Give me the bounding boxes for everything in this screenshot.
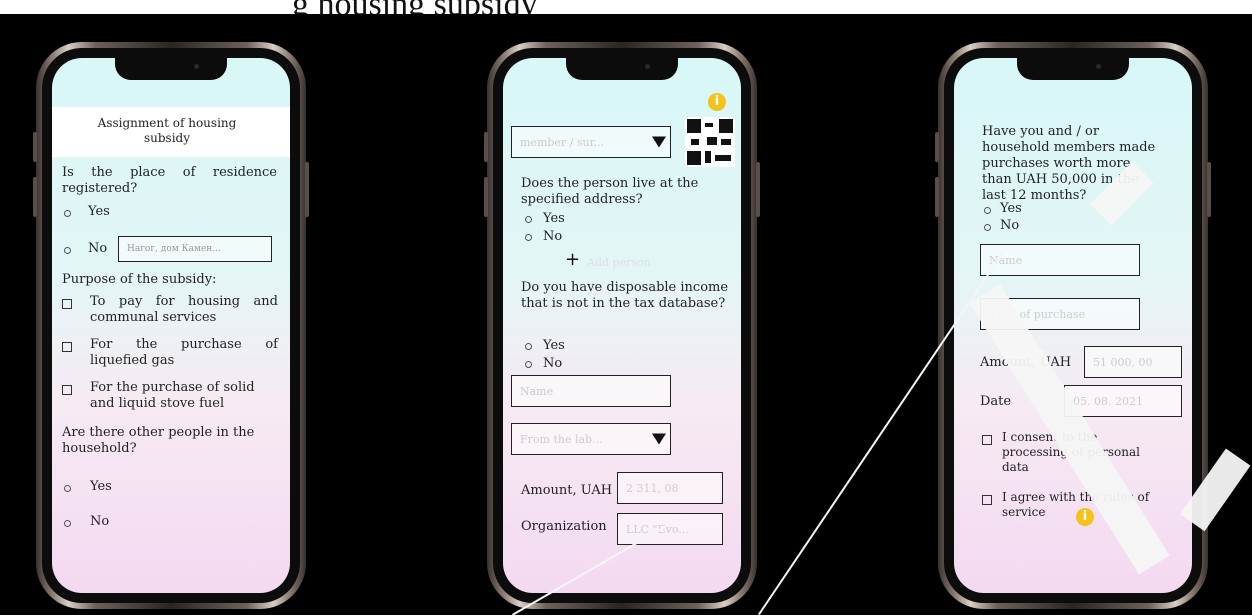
question-registered: Is the place of residence registered? <box>62 165 277 196</box>
name-input[interactable]: Name <box>511 375 671 407</box>
purpose-1-label: To pay for housing and communal services <box>90 294 278 325</box>
radio-yes[interactable] <box>525 216 532 223</box>
notch <box>566 58 678 80</box>
radio-yes-label: Yes <box>1000 201 1022 216</box>
checkbox-purpose-2[interactable] <box>62 342 72 352</box>
radio-no[interactable] <box>525 234 532 241</box>
info-icon[interactable]: i <box>708 93 726 111</box>
qr-code-icon[interactable] <box>685 117 735 167</box>
checkbox-purpose-1[interactable] <box>62 299 72 309</box>
screen-household-member: i member / sur... Does the person live a… <box>503 58 741 593</box>
purpose-3-label: For the purchase of solid and liquid sto… <box>90 380 255 411</box>
question-other-people: Are there other people in the household? <box>62 425 255 456</box>
radio-no[interactable] <box>64 247 71 254</box>
amount-input[interactable]: 2 311, 08 <box>617 472 723 504</box>
radio-yes-2-label: Yes <box>90 479 112 494</box>
checkbox-rules[interactable] <box>982 495 992 505</box>
black-backdrop: Assignment of housing subsidy Is the pla… <box>0 14 1252 616</box>
chevron-down-icon <box>652 136 666 148</box>
checkbox-purpose-3[interactable] <box>62 385 72 395</box>
radio-yes-2[interactable] <box>64 485 71 492</box>
organization-input[interactable]: LLC "Evo... <box>617 513 723 545</box>
amount-label: Amount, UAH <box>521 483 613 498</box>
member-select[interactable]: member / sur... <box>511 126 671 158</box>
radio-no[interactable] <box>984 224 991 231</box>
organization-label: Organization <box>521 519 607 534</box>
checkbox-consent[interactable] <box>982 435 992 445</box>
radio-yes[interactable] <box>64 210 71 217</box>
radio-no-label: No <box>1000 218 1020 233</box>
phone-mockup-2: i member / sur... Does the person live a… <box>484 42 760 609</box>
notch <box>1017 58 1129 80</box>
income-source-select[interactable]: From the lab... <box>511 423 671 455</box>
date-input[interactable]: 05. 08. 2021 <box>1064 385 1182 417</box>
radio-no-2[interactable] <box>64 520 71 527</box>
plus-icon[interactable]: + <box>565 249 580 270</box>
page-title: Assignment of housing subsidy <box>97 116 237 145</box>
radio-no-label: No <box>88 241 108 256</box>
amount-input[interactable]: 51 000, 00 <box>1084 346 1182 378</box>
chevron-down-icon <box>652 433 666 445</box>
phone-mockup-1: Assignment of housing subsidy Is the pla… <box>33 42 309 609</box>
radio-no-label: No <box>543 229 563 244</box>
address-input[interactable]: Нагог, дом Камен... <box>118 236 272 262</box>
radio-yes-2-label: Yes <box>543 338 565 353</box>
radio-no-2-label: No <box>90 514 110 529</box>
notch <box>115 58 227 80</box>
question-income: Do you have disposable income that is no… <box>521 280 729 311</box>
purpose-2-label: For the purchase of liquefied gas <box>90 337 278 368</box>
radio-no-2[interactable] <box>525 361 532 368</box>
radio-yes[interactable] <box>984 207 991 214</box>
info-icon[interactable]: i <box>1076 508 1094 526</box>
radio-no-2-label: No <box>543 356 563 371</box>
date-label: Date <box>980 394 1012 409</box>
purpose-label: Purpose of the subsidy: <box>62 272 217 287</box>
question-lives-at-address: Does the person live at the specified ad… <box>521 176 699 207</box>
add-person-label[interactable]: Add person <box>587 255 651 271</box>
phone-mockup-3: Have you and / or household members made… <box>935 42 1211 609</box>
screen-housing-subsidy: Assignment of housing subsidy Is the pla… <box>52 58 290 593</box>
radio-yes-label: Yes <box>88 204 110 219</box>
radio-yes-label: Yes <box>543 211 565 226</box>
radio-yes-2[interactable] <box>525 343 532 350</box>
